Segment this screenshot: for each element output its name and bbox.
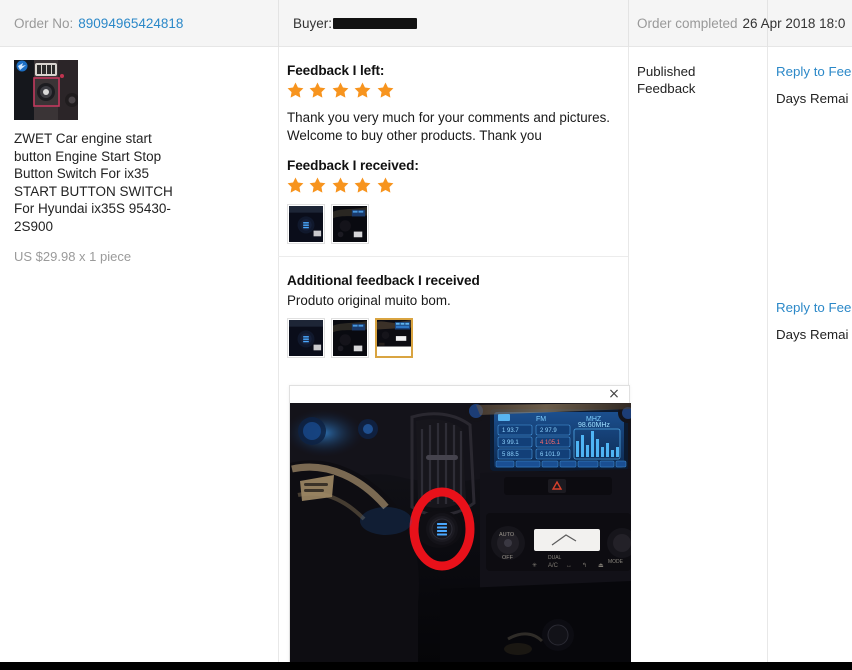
svg-text:✳: ✳ bbox=[532, 562, 537, 569]
star-icon bbox=[310, 82, 326, 98]
published-feedback-line2: Feedback bbox=[637, 81, 696, 96]
svg-text:OFF: OFF bbox=[502, 555, 514, 561]
svg-text:FM: FM bbox=[536, 416, 546, 423]
order-status-date: 26 Apr 2018 18:0 bbox=[742, 16, 846, 31]
order-status-label: Order completed bbox=[637, 16, 738, 31]
feedback-left-heading: Feedback I left: bbox=[287, 63, 385, 78]
reply-row-1: Reply to Fee Days Remai bbox=[776, 63, 852, 107]
feedback-received-heading: Feedback I received: bbox=[287, 158, 419, 173]
svg-text:↰: ↰ bbox=[582, 562, 587, 569]
star-icon bbox=[377, 82, 394, 98]
thumb-image-console bbox=[377, 319, 411, 356]
svg-text:AUTO: AUTO bbox=[499, 532, 515, 538]
status-column: Published Feedback bbox=[628, 47, 767, 292]
status-row-1: Published Feedback bbox=[637, 63, 757, 97]
star-icon bbox=[354, 82, 371, 98]
order-number-cell: Order No: 89094965424818 bbox=[14, 0, 183, 47]
additional-feedback-text: Produto original muito bom. bbox=[287, 293, 451, 308]
svg-text:↔: ↔ bbox=[566, 563, 572, 569]
reply-column: Reply to Fee Days Remai Reply to Fee Day… bbox=[767, 47, 852, 343]
svg-text:6 101.9: 6 101.9 bbox=[540, 452, 561, 458]
car-interior-start-button-highlighted[interactable]: FM MHZ 1 93.7 2 97.9 3 99.1 4 105.1 5 88… bbox=[290, 403, 631, 664]
header-divider-2 bbox=[628, 0, 629, 47]
star-icon bbox=[332, 82, 349, 98]
feedback-column: Feedback I left: Thank you very much for… bbox=[278, 47, 628, 370]
feedback-thumb-start-button[interactable] bbox=[287, 204, 325, 244]
order-header-bar: Order No: 89094965424818 Buyer: Order co… bbox=[0, 0, 852, 47]
thumb-image-start-button bbox=[289, 206, 323, 242]
svg-text:2 97.9: 2 97.9 bbox=[540, 428, 557, 434]
thumb-image-start-button bbox=[289, 319, 323, 356]
star-icon bbox=[332, 177, 349, 193]
additional-thumb-steering[interactable] bbox=[331, 317, 369, 358]
reply-to-feedback-link[interactable]: Reply to Fee bbox=[776, 64, 851, 79]
star-icon bbox=[310, 177, 326, 193]
bottom-black-strip bbox=[0, 662, 852, 670]
svg-text:MODE: MODE bbox=[608, 559, 624, 565]
svg-text:DUAL: DUAL bbox=[548, 555, 562, 561]
feedback-thumb-dashboard[interactable] bbox=[331, 204, 369, 244]
image-preview-toolbar: × bbox=[290, 386, 629, 403]
feedback-received-thumbnails bbox=[287, 204, 612, 244]
order-no-link[interactable]: 89094965424818 bbox=[78, 16, 183, 31]
order-status-cell: Order completed 26 Apr 2018 18:0 bbox=[637, 0, 845, 47]
svg-text:5 88.5: 5 88.5 bbox=[502, 452, 519, 458]
star-icon bbox=[377, 177, 394, 193]
product-thumbnail-car-start-button[interactable] bbox=[14, 60, 78, 120]
image-preview-panel: × FM MHZ 1 93.7 2 97.9 3 99.1 4 105.1 5 … bbox=[289, 385, 631, 664]
svg-text:4 105.1: 4 105.1 bbox=[540, 440, 561, 446]
additional-feedback-heading: Additional feedback I received bbox=[287, 273, 480, 288]
published-feedback-line1: Published bbox=[637, 64, 696, 79]
feedback-block-primary: Feedback I left: Thank you very much for… bbox=[278, 47, 628, 256]
product-column: ZWET Car engine start button Engine Star… bbox=[0, 47, 278, 264]
order-detail-page: Order No: 89094965424818 Buyer: Order co… bbox=[0, 0, 852, 670]
product-title[interactable]: ZWET Car engine start button Engine Star… bbox=[14, 130, 184, 235]
product-price: US $29.98 x 1 piece bbox=[14, 249, 132, 264]
svg-text:⏏: ⏏ bbox=[598, 563, 604, 569]
svg-text:1 93.7: 1 93.7 bbox=[502, 428, 519, 434]
reply-to-feedback-link-additional[interactable]: Reply to Fee bbox=[776, 300, 851, 315]
reply-row-2: Reply to Fee Days Remai bbox=[776, 299, 852, 343]
star-icon bbox=[287, 177, 304, 193]
feedback-block-additional: Additional feedback I received Produto o… bbox=[278, 256, 628, 370]
close-icon[interactable]: × bbox=[606, 386, 622, 402]
buyer-cell: Buyer: bbox=[293, 0, 418, 47]
svg-text:98.60MHz: 98.60MHz bbox=[578, 422, 610, 429]
star-icon bbox=[354, 177, 371, 193]
buyer-label: Buyer: bbox=[293, 16, 333, 31]
order-no-label: Order No: bbox=[14, 16, 74, 31]
star-icon bbox=[287, 82, 304, 98]
product-thumbnail-image bbox=[14, 60, 78, 120]
buyer-name-redacted bbox=[333, 18, 418, 29]
additional-feedback-thumbnails bbox=[287, 317, 612, 358]
header-divider-1 bbox=[278, 0, 279, 47]
additional-thumb-start-button[interactable] bbox=[287, 317, 325, 358]
svg-text:3 99.1: 3 99.1 bbox=[502, 440, 519, 446]
feedback-received-rating bbox=[287, 177, 612, 197]
additional-thumb-console[interactable] bbox=[375, 317, 413, 358]
feedback-left-rating bbox=[287, 82, 612, 102]
days-remaining-label-additional: Days Remai bbox=[776, 327, 849, 342]
feedback-left-text: Thank you very much for your comments an… bbox=[287, 110, 610, 143]
svg-text:A/C: A/C bbox=[548, 563, 559, 569]
thumb-image-steering bbox=[333, 319, 367, 356]
preview-image: FM MHZ 1 93.7 2 97.9 3 99.1 4 105.1 5 88… bbox=[290, 403, 631, 664]
days-remaining-label: Days Remai bbox=[776, 91, 849, 106]
thumb-image-dashboard bbox=[333, 206, 367, 242]
